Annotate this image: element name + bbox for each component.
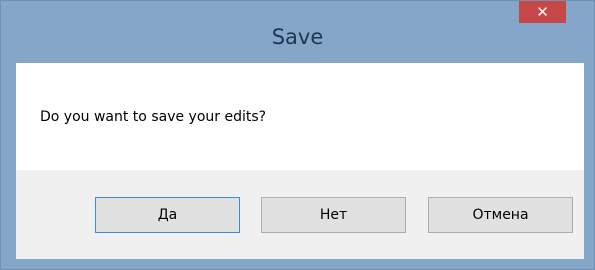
cancel-button[interactable]: Отмена [428, 197, 573, 233]
dialog-body: Do you want to save your edits? Да Нет О… [16, 63, 584, 259]
dialog-message: Do you want to save your edits? [40, 109, 267, 125]
message-area: Do you want to save your edits? [16, 63, 584, 170]
save-dialog-window: Save ✕ Do you want to save your edits? Д… [0, 0, 595, 270]
yes-button-label: Да [157, 207, 178, 223]
window-title: Save [271, 25, 324, 49]
no-button-label: Нет [319, 207, 348, 223]
close-icon: ✕ [536, 3, 549, 21]
no-button[interactable]: Нет [261, 197, 406, 233]
cancel-button-label: Отмена [472, 207, 529, 223]
yes-button[interactable]: Да [95, 197, 240, 233]
title-bar[interactable]: Save ✕ [1, 1, 594, 61]
close-button[interactable]: ✕ [519, 1, 566, 23]
